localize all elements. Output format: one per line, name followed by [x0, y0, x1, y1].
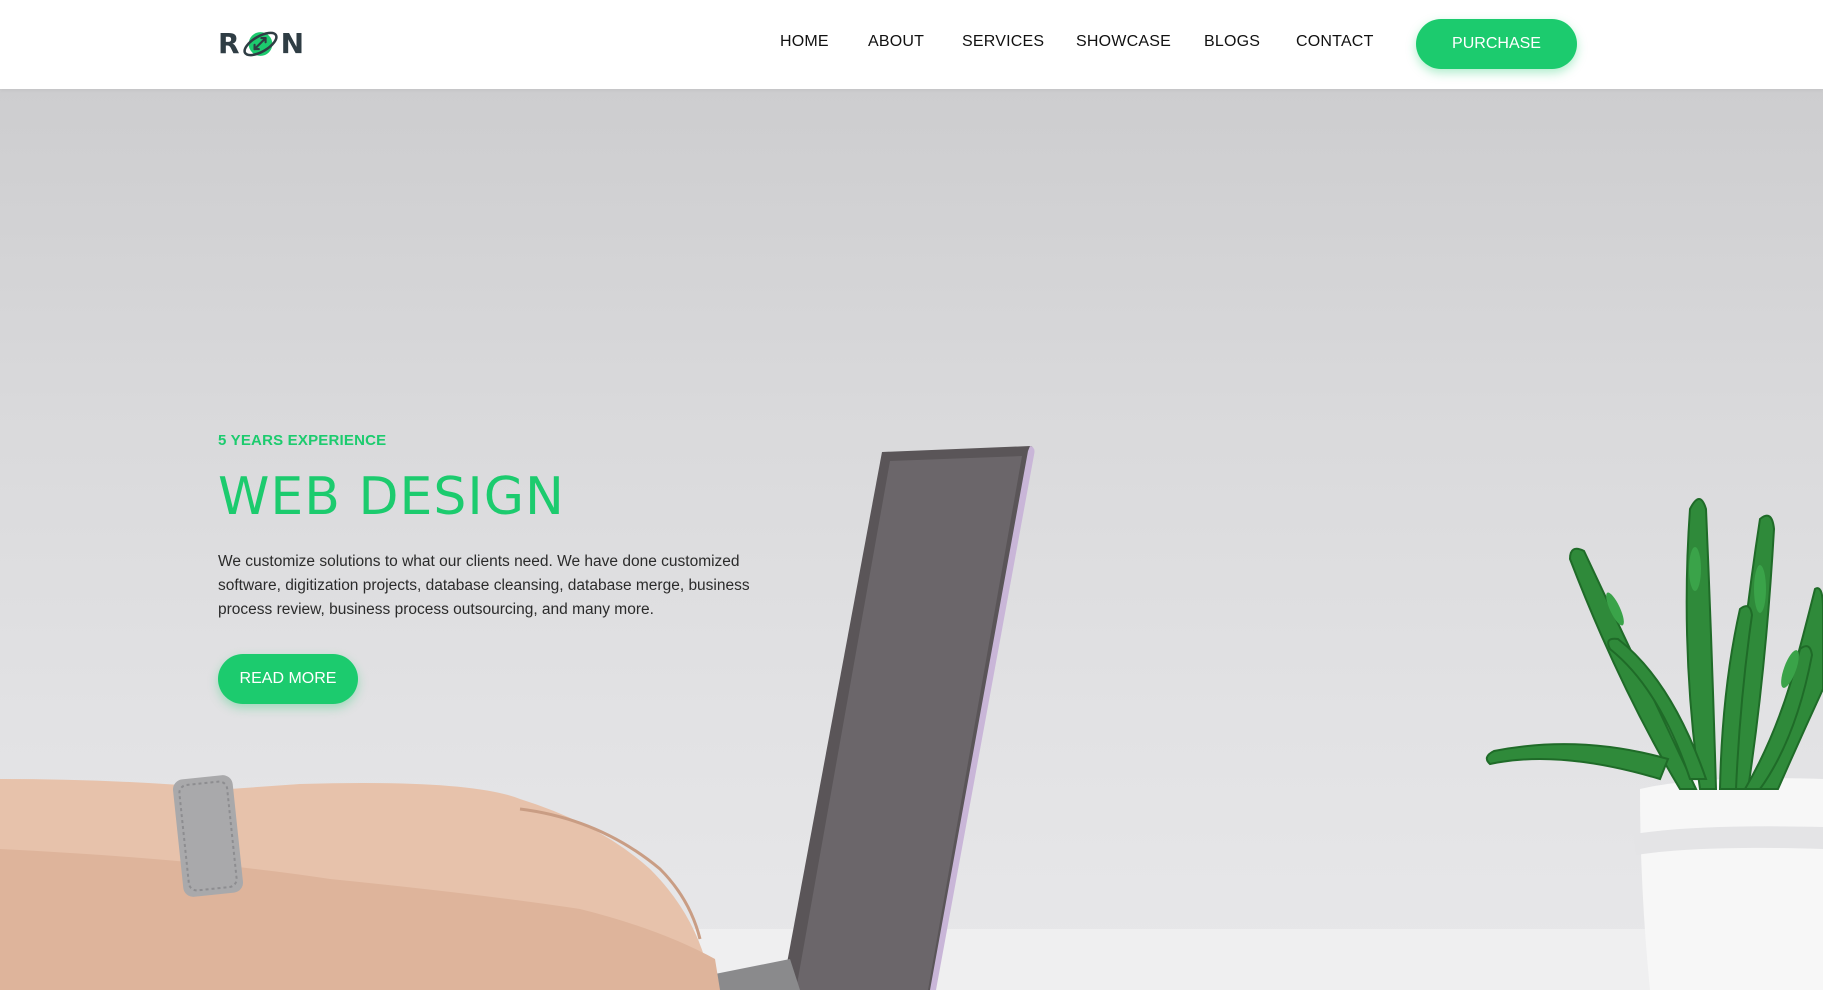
nav-services[interactable]: SERVICES — [962, 33, 1044, 51]
nav-blogs[interactable]: BLOGS — [1204, 33, 1260, 51]
site-header: R N HOME ABOUT SERVICES SHOWCASE BLOGS C… — [0, 0, 1823, 89]
globe-arrows-icon — [242, 31, 278, 57]
logo-letter-n: N — [280, 27, 304, 60]
brand-logo[interactable]: R N — [218, 22, 304, 66]
hero-title: WEB DESIGN — [218, 467, 565, 527]
hero-description: We customize solutions to what our clien… — [218, 553, 750, 618]
page: R N HOME ABOUT SERVICES SHOWCASE BLOGS C… — [0, 0, 1823, 990]
hero-eyebrow: 5 YEARS EXPERIENCE — [218, 432, 387, 449]
logo-letter-r: R — [218, 27, 240, 60]
hero-section: 5 YEARS EXPERIENCE WEB DESIGN We customi… — [0, 89, 1823, 990]
nav-showcase[interactable]: SHOWCASE — [1076, 33, 1171, 51]
hero-background-image — [0, 446, 1823, 990]
purchase-button[interactable]: PURCHASE — [1416, 19, 1577, 69]
nav-home[interactable]: HOME — [780, 33, 829, 51]
nav-about[interactable]: ABOUT — [868, 33, 924, 51]
nav-contact[interactable]: CONTACT — [1296, 33, 1374, 51]
read-more-button[interactable]: READ MORE — [218, 654, 358, 704]
